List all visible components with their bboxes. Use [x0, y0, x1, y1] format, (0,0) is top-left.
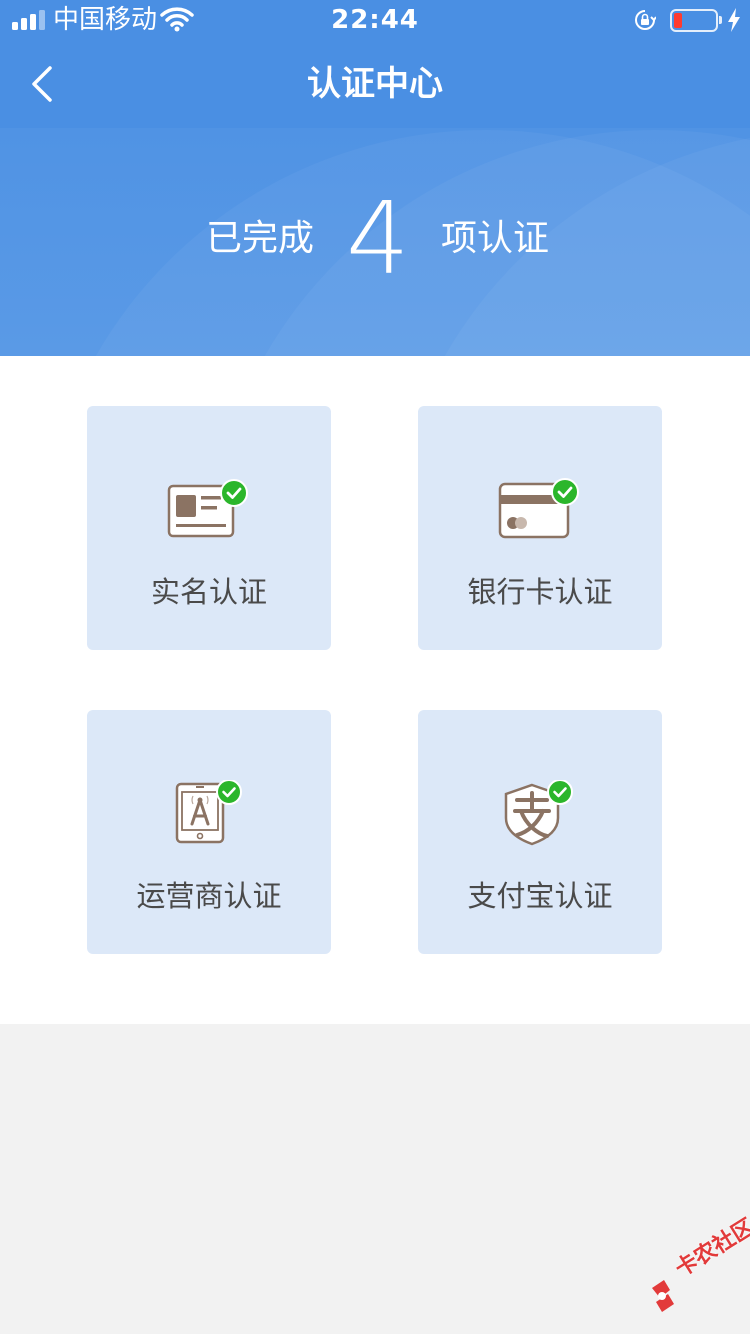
id-card-icon: [167, 479, 248, 538]
rotation-lock-icon: [635, 10, 656, 30]
card-alipay[interactable]: 支付宝认证: [418, 710, 662, 954]
card-label: 支付宝认证: [467, 879, 613, 913]
card-carrier[interactable]: 运营商认证: [87, 710, 331, 954]
summary-count: 4: [346, 180, 410, 297]
battery-tip: [719, 16, 722, 24]
bank-card-icon: [498, 478, 579, 539]
status-bar: 中国移动 22:44: [0, 0, 750, 40]
card-label: 运营商认证: [136, 879, 282, 913]
card-label: 银行卡认证: [467, 575, 613, 609]
header: 中国移动 22:44 认证中心 已完成 4 项认证: [0, 0, 750, 356]
verification-summary: 已完成 4 项认证: [0, 180, 750, 300]
summary-prefix: 已完成: [206, 218, 315, 259]
card-label: 实名认证: [150, 575, 267, 609]
alipay-icon: [504, 780, 573, 846]
charging-bolt-icon: [728, 8, 740, 32]
card-real-name[interactable]: 实名认证: [87, 406, 331, 650]
card-bank-card[interactable]: 银行卡认证: [418, 406, 662, 650]
battery-icon: [670, 9, 718, 32]
phone-carrier-icon: [175, 780, 242, 844]
verification-grid: 实名认证 银行卡认证 运营商认证 支付宝认证: [0, 356, 750, 1024]
page-title: 认证中心: [307, 64, 443, 104]
summary-suffix: 项认证: [441, 218, 550, 259]
